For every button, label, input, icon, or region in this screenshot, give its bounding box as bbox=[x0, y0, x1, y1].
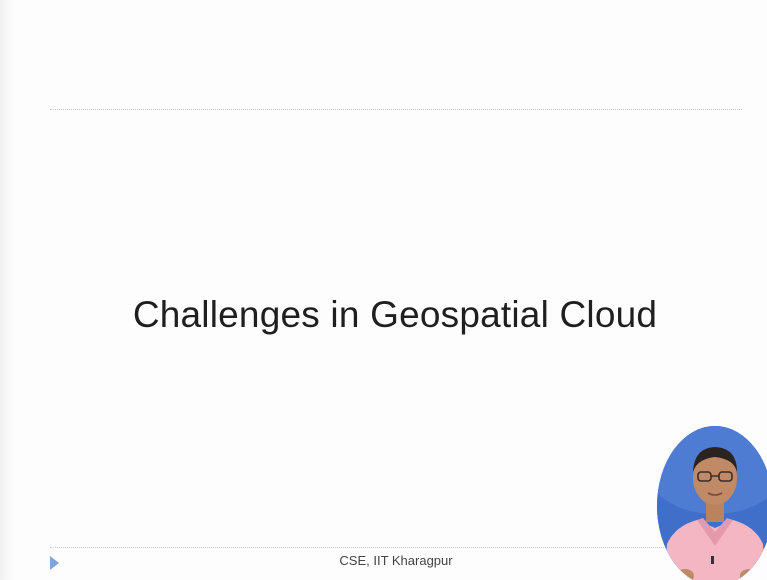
bottom-divider bbox=[50, 547, 740, 548]
slide-title: Challenges in Geospatial Cloud bbox=[132, 294, 658, 335]
top-divider bbox=[50, 109, 742, 110]
slide-footer: CSE, IIT Kharagpur bbox=[339, 553, 453, 568]
presenter-video-thumbnail bbox=[657, 426, 767, 580]
lecture-slide: Challenges in Geospatial Cloud CSE, IIT … bbox=[0, 0, 767, 580]
slide-left-edge bbox=[0, 0, 14, 580]
presenter-figure bbox=[657, 426, 767, 580]
